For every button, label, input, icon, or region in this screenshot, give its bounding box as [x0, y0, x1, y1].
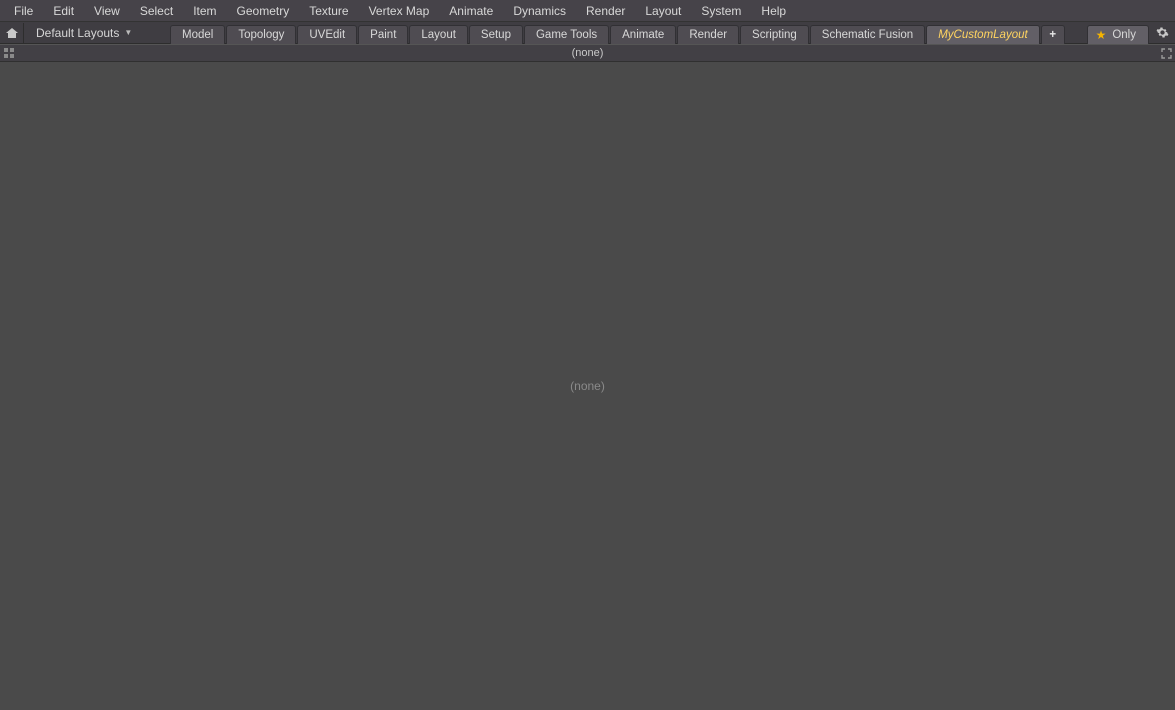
viewport-placeholder: (none)	[570, 379, 605, 393]
tab-schematic-fusion[interactable]: Schematic Fusion	[810, 25, 925, 44]
menu-layout[interactable]: Layout	[635, 1, 691, 21]
menu-geometry[interactable]: Geometry	[227, 1, 300, 21]
home-icon[interactable]	[0, 23, 24, 43]
thumb-menu-icon[interactable]	[0, 44, 18, 62]
menu-view[interactable]: View	[84, 1, 130, 21]
menu-file[interactable]: File	[4, 1, 43, 21]
tab-topology[interactable]: Topology	[226, 25, 296, 44]
tab-paint[interactable]: Paint	[358, 25, 408, 44]
star-icon: ★	[1096, 28, 1107, 42]
tab-setup[interactable]: Setup	[469, 25, 523, 44]
menu-vertex-map[interactable]: Vertex Map	[359, 1, 440, 21]
menu-dynamics[interactable]: Dynamics	[503, 1, 576, 21]
tab-layout[interactable]: Layout	[409, 25, 468, 44]
menu-render[interactable]: Render	[576, 1, 635, 21]
menu-select[interactable]: Select	[130, 1, 183, 21]
menu-edit[interactable]: Edit	[43, 1, 84, 21]
menu-system[interactable]: System	[691, 1, 751, 21]
tab-model[interactable]: Model	[170, 25, 225, 44]
menubar: File Edit View Select Item Geometry Text…	[0, 0, 1175, 22]
add-layout-button[interactable]: +	[1041, 25, 1065, 44]
settings-button[interactable]	[1151, 23, 1173, 43]
only-toggle-label: Only	[1112, 29, 1136, 41]
tab-animate[interactable]: Animate	[610, 25, 676, 44]
menu-help[interactable]: Help	[751, 1, 796, 21]
viewport-title: (none)	[572, 47, 604, 59]
layout-tabstrip: Model Topology UVEdit Paint Layout Setup…	[170, 22, 1066, 44]
tab-mycustomlayout[interactable]: MyCustomLayout	[926, 25, 1039, 44]
menu-texture[interactable]: Texture	[299, 1, 358, 21]
chevron-down-icon: ▼	[124, 28, 132, 37]
viewport[interactable]: (none)	[0, 62, 1175, 710]
gear-icon	[1156, 26, 1169, 39]
maximize-icon[interactable]	[1157, 44, 1175, 62]
layouts-dropdown-label: Default Layouts	[36, 26, 119, 40]
tab-uvedit[interactable]: UVEdit	[297, 25, 357, 44]
tab-render[interactable]: Render	[677, 25, 739, 44]
menu-item[interactable]: Item	[183, 1, 226, 21]
only-toggle-button[interactable]: ★ Only	[1087, 25, 1149, 44]
layout-toolbar: Default Layouts ▼ Model Topology UVEdit …	[0, 22, 1175, 44]
layouts-dropdown[interactable]: Default Layouts ▼	[24, 23, 154, 43]
viewport-header: (none)	[0, 44, 1175, 62]
tab-game-tools[interactable]: Game Tools	[524, 25, 609, 44]
tab-scripting[interactable]: Scripting	[740, 25, 809, 44]
menu-animate[interactable]: Animate	[439, 1, 503, 21]
